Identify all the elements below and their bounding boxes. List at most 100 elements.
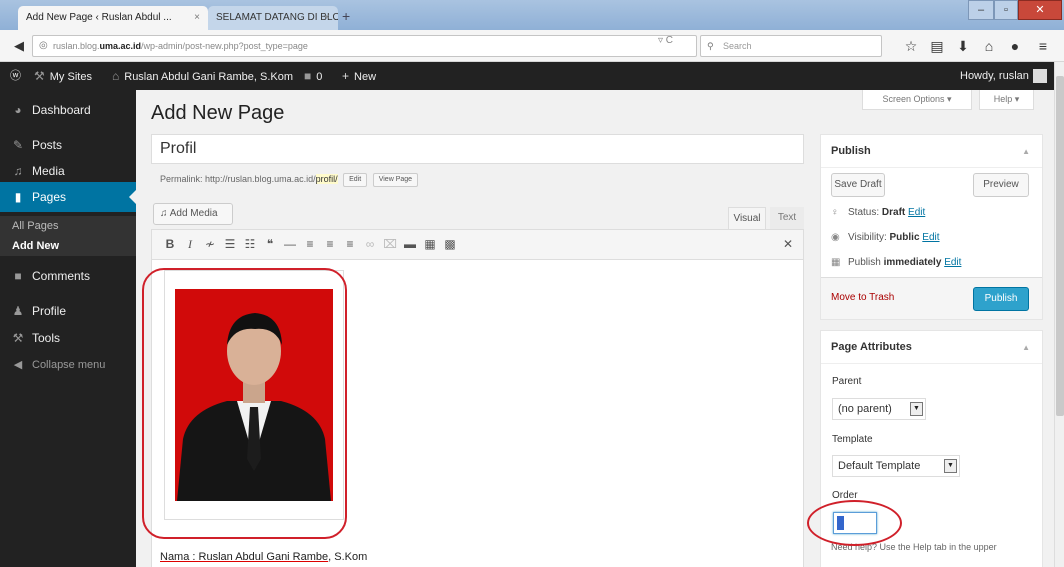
page-attributes-header[interactable]: Page Attributes ▲: [821, 331, 1042, 364]
account-menu[interactable]: Howdy, ruslan: [960, 62, 1047, 90]
permalink-row: Permalink: http://ruslan.blog.uma.ac.id/…: [160, 172, 419, 187]
tab-title: SELAMAT DATANG DI BLOG U...: [216, 12, 338, 23]
permalink-base: http://ruslan.blog.uma.ac.id/: [205, 174, 316, 184]
close-tab-icon[interactable]: ×: [324, 6, 330, 30]
wordpress-logo-icon[interactable]: ⓦ: [10, 62, 21, 90]
maximize-button[interactable]: ▫: [994, 0, 1018, 20]
align-right-icon[interactable]: ≡: [342, 236, 358, 252]
sidebar-item-label: Collapse menu: [32, 359, 106, 371]
pin-icon: ♀: [831, 207, 839, 218]
unlink-icon[interactable]: ⌧: [382, 236, 398, 252]
sidebar-item-tools[interactable]: ⚒ Tools: [0, 323, 136, 353]
submenu-add-new[interactable]: Add New: [0, 236, 136, 256]
sidebar-item-pages[interactable]: ▮ Pages: [0, 182, 136, 212]
bullet-list-icon[interactable]: ☰: [222, 236, 238, 252]
sidebar-item-profile[interactable]: ♟ Profile: [0, 296, 136, 326]
publish-time-value: immediately: [883, 257, 942, 268]
blockquote-icon[interactable]: ❝: [262, 236, 278, 252]
sidebar-item-label: Profile: [32, 304, 67, 318]
visibility-label: Visibility:: [848, 232, 887, 243]
page-title: Add New Page: [151, 102, 285, 124]
minimize-button[interactable]: –: [968, 0, 994, 20]
home-icon[interactable]: ⌂: [981, 38, 997, 54]
horizontal-line-icon[interactable]: —: [282, 236, 298, 252]
sidebar-item-label: Comments: [32, 269, 91, 283]
new-tab-button[interactable]: +: [342, 8, 350, 24]
page-scrollbar[interactable]: [1054, 62, 1064, 567]
link-icon[interactable]: ∞: [362, 236, 378, 252]
download-icon[interactable]: ⬇: [955, 38, 971, 54]
toolbar-toggle-icon[interactable]: ▦: [422, 236, 438, 252]
url-host-domain: uma.ac.id: [99, 41, 142, 51]
url-path: /wp-admin/post-new.php?post_type=page: [141, 41, 308, 51]
edit-publish-time-link[interactable]: Edit: [944, 257, 961, 268]
star-icon[interactable]: ☆: [903, 38, 919, 54]
house-icon: ⌂: [112, 69, 120, 83]
reading-list-icon[interactable]: ▤: [929, 38, 945, 54]
window-close-button[interactable]: ✕: [1018, 0, 1062, 20]
site-name-label: Ruslan Abdul Gani Rambe, S.Kom: [124, 71, 294, 83]
sidebar-collapse-menu[interactable]: ◀ Collapse menu: [0, 350, 136, 380]
search-placeholder: Search: [723, 41, 752, 51]
add-media-button[interactable]: ♫ Add Media: [153, 203, 233, 225]
template-select[interactable]: Default Template ▼: [832, 455, 960, 477]
eye-icon: ◉: [831, 232, 840, 243]
status-label: Status:: [848, 207, 880, 218]
publish-box-footer: Move to Trash Publish: [821, 277, 1042, 319]
address-bar[interactable]: ◎ ruslan.blog.uma.ac.id/wp-admin/post-ne…: [32, 35, 697, 57]
comments-menu[interactable]: ■ 0: [304, 62, 322, 91]
strikethrough-icon[interactable]: ≁: [202, 236, 218, 252]
publish-button[interactable]: Publish: [973, 287, 1029, 311]
publish-box-header[interactable]: Publish ▲: [821, 135, 1042, 168]
menu-icon[interactable]: ≡: [1035, 38, 1051, 54]
kitchen-sink-icon[interactable]: ▩: [442, 236, 458, 252]
bold-icon[interactable]: B: [162, 236, 178, 252]
status-row: ♀ Status: Draft Edit: [831, 207, 925, 218]
post-title-input[interactable]: Profil: [151, 134, 804, 164]
edit-permalink-button[interactable]: Edit: [343, 172, 368, 187]
tab-visual[interactable]: Visual: [728, 207, 766, 229]
numbered-list-icon[interactable]: ☷: [242, 236, 258, 252]
sidebar-item-label: Dashboard: [32, 103, 91, 117]
move-to-trash-link[interactable]: Move to Trash: [831, 292, 894, 303]
url-host-prefix: ruslan.blog.: [53, 41, 100, 51]
annotation-circle-order: [807, 500, 902, 546]
preview-button[interactable]: Preview: [973, 173, 1029, 197]
read-more-icon[interactable]: ▬: [402, 236, 418, 252]
align-left-icon[interactable]: ≡: [302, 236, 318, 252]
search-icon: ⚲: [707, 41, 714, 51]
sidebar-item-comments[interactable]: ■ Comments: [0, 261, 136, 291]
new-content-menu[interactable]: + New: [342, 62, 376, 91]
edit-status-link[interactable]: Edit: [908, 207, 925, 218]
save-draft-button[interactable]: Save Draft: [831, 173, 885, 197]
sidebar-item-dashboard[interactable]: ◕ Dashboard: [0, 95, 136, 125]
help-button[interactable]: Help ▾: [979, 90, 1034, 110]
tab-text[interactable]: Text: [770, 207, 804, 229]
caption-prefix: Nama :: [160, 551, 199, 563]
view-page-button[interactable]: View Page: [372, 172, 419, 187]
close-tab-icon[interactable]: ×: [194, 6, 200, 30]
reload-icon[interactable]: ▿ C: [658, 35, 673, 46]
fullscreen-icon[interactable]: ✕: [780, 236, 796, 252]
parent-value: (no parent): [838, 403, 892, 415]
browser-tab-inactive[interactable]: SELAMAT DATANG DI BLOG U... ×: [208, 6, 338, 30]
permalink-label: Permalink:: [160, 174, 203, 184]
my-sites-menu[interactable]: ⚒ My Sites: [34, 62, 92, 91]
browser-tab-active[interactable]: Add New Page ‹ Ruslan Abdul ... ×: [18, 6, 208, 30]
collapse-icon: ◀: [13, 359, 23, 371]
submenu-all-pages[interactable]: All Pages: [0, 216, 136, 236]
collapse-arrow-icon[interactable]: ▲: [1022, 331, 1030, 364]
scrollbar-thumb[interactable]: [1056, 76, 1064, 416]
screen-options-button[interactable]: Screen Options ▾: [862, 90, 972, 110]
italic-icon[interactable]: I: [182, 236, 198, 252]
pocket-icon[interactable]: ●: [1007, 38, 1023, 54]
parent-select[interactable]: (no parent) ▼: [832, 398, 926, 420]
site-name-menu[interactable]: ⌂ Ruslan Abdul Gani Rambe, S.Kom: [112, 62, 293, 91]
collapse-arrow-icon[interactable]: ▲: [1022, 135, 1030, 168]
edit-visibility-link[interactable]: Edit: [922, 232, 939, 243]
search-input[interactable]: ⚲ Search: [700, 35, 882, 57]
admin-sidebar: ◕ Dashboard ✎ Posts ♫ Media ▮ Pages All Page…: [0, 90, 136, 567]
caption-suffix: , S.Kom: [328, 551, 368, 563]
align-center-icon[interactable]: ≡: [322, 236, 338, 252]
back-arrow-icon[interactable]: ◀: [10, 37, 28, 55]
